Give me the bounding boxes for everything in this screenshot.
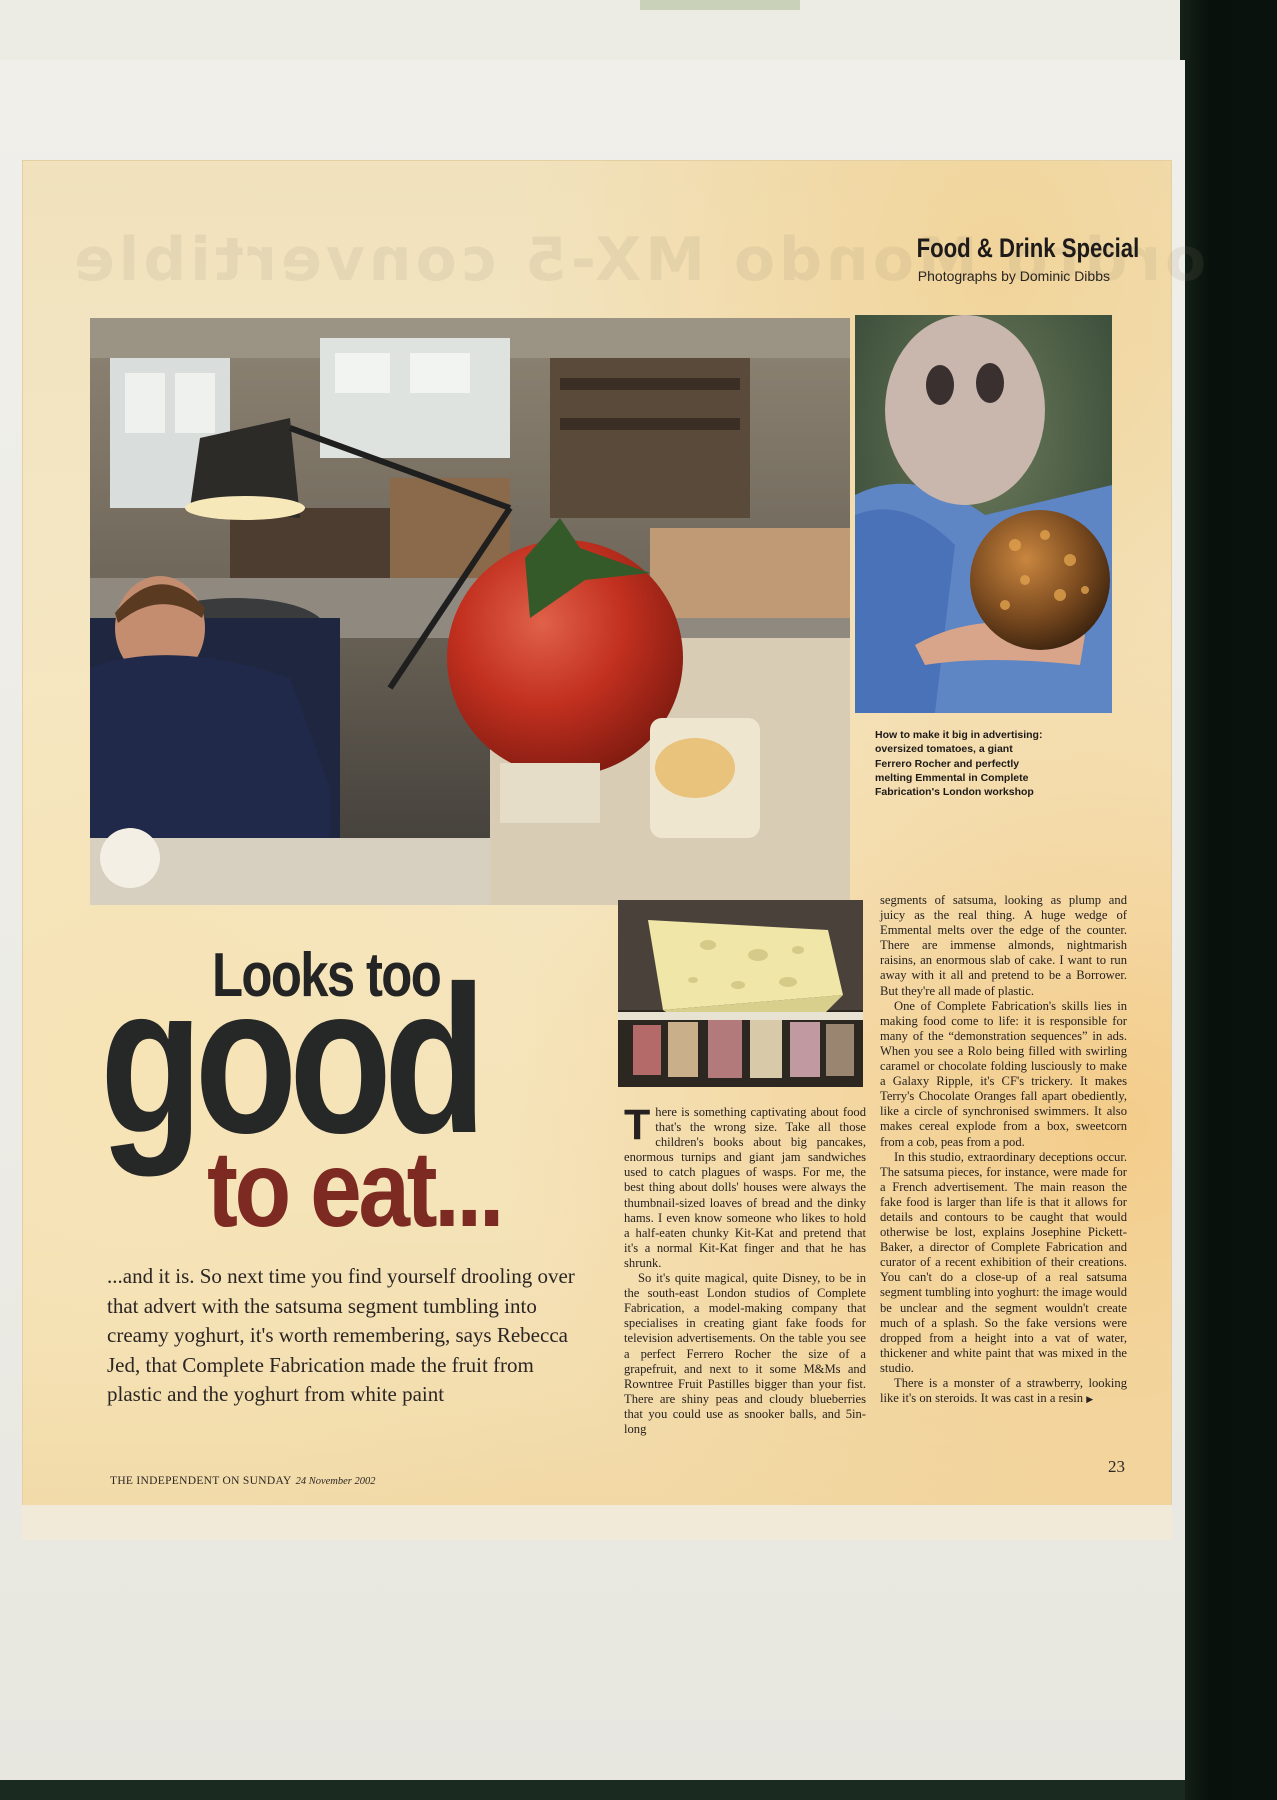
drop-cap: T	[624, 1101, 651, 1149]
body-paragraph: In this studio, extraordinary deceptions…	[880, 1149, 1127, 1375]
body-column-2: segments of satsuma, looking as plump an…	[880, 893, 1127, 1407]
section-title: Food & Drink Special	[916, 233, 1140, 263]
previous-sheet-edge	[0, 0, 1180, 61]
body-paragraph: segments of satsuma, looking as plump an…	[880, 893, 1127, 998]
scanned-page: ordto Mondo MX-5 convertible Food & Drin…	[0, 0, 1277, 1800]
page-number: 23	[1108, 1457, 1125, 1476]
publication-date: 24 November 2002	[295, 1476, 376, 1487]
continue-arrow-icon: ▶	[1086, 1394, 1094, 1405]
body-paragraph: There is a monster of a strawberry, look…	[880, 1376, 1127, 1407]
body-paragraph: There is something captivating about foo…	[624, 1101, 866, 1271]
standfirst: ...and it is. So next time you find your…	[107, 1264, 575, 1406]
album-bottom-edge	[0, 1780, 1185, 1800]
publication-name: THE INDEPENDENT ON SUNDAY	[110, 1475, 292, 1487]
body-paragraph: One of Complete Fabrication's skills lie…	[880, 998, 1127, 1149]
emmental-cheese-photo	[618, 900, 863, 1087]
photo-credit: Photographs by Dominic Dibbs	[917, 268, 1110, 284]
body-paragraph: So it's quite magical, quite Disney, to …	[624, 1271, 866, 1436]
clipping-lower-margin	[22, 1505, 1172, 1540]
paragraph-text: here is something captivating about food…	[624, 1105, 866, 1270]
publication-footer: THE INDEPENDENT ON SUNDAY 24 November 200…	[110, 1475, 376, 1487]
ferrero-rocher-photo	[855, 315, 1112, 713]
workshop-photo	[90, 318, 850, 905]
photo-caption: How to make it big in advertising: overs…	[875, 729, 1043, 799]
sheet-tab	[640, 0, 800, 10]
body-column-1: There is something captivating about foo…	[624, 1101, 866, 1437]
headline-line-3: to eat...	[207, 1128, 505, 1249]
